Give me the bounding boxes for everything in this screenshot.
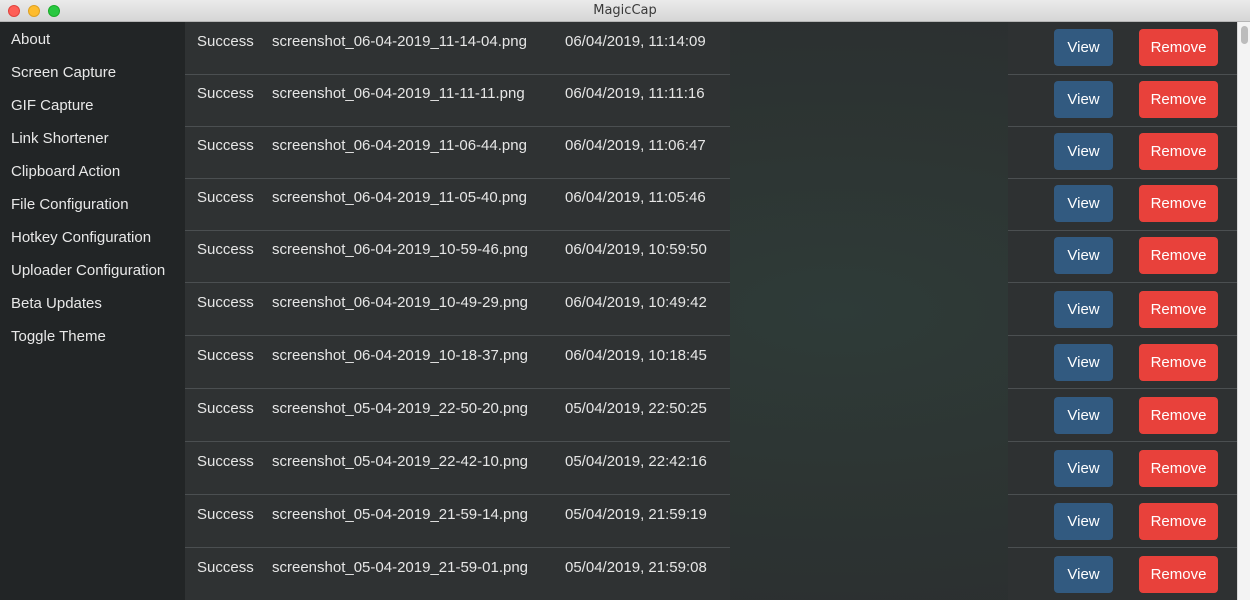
sidebar-item-about[interactable]: About [11,31,50,48]
capture-status: Success [197,189,254,206]
capture-row: Success screenshot_06-04-2019_11-05-40.p… [185,178,1237,231]
remove-button[interactable]: Remove [1139,81,1218,118]
view-button[interactable]: View [1054,291,1113,328]
view-button[interactable]: View [1054,81,1113,118]
remove-button[interactable]: Remove [1139,450,1218,487]
sidebar-item-uploader-configuration[interactable]: Uploader Configuration [11,262,165,279]
capture-row: Success screenshot_06-04-2019_10-49-29.p… [185,282,1237,336]
view-button[interactable]: View [1054,29,1113,66]
capture-filename: screenshot_05-04-2019_22-50-20.png [272,400,529,417]
capture-status: Success [197,347,254,364]
capture-status: Success [197,453,254,470]
capture-row: Success screenshot_05-04-2019_21-59-01.p… [185,547,1237,600]
capture-row: Success screenshot_05-04-2019_22-50-20.p… [185,388,1237,442]
sidebar-item-file-configuration[interactable]: File Configuration [11,196,129,213]
view-button[interactable]: View [1054,133,1113,170]
remove-button[interactable]: Remove [1139,29,1218,66]
capture-row: Success screenshot_05-04-2019_21-59-14.p… [185,494,1237,548]
capture-status: Success [197,400,254,417]
window-title: MagicCap [593,3,657,18]
remove-button[interactable]: Remove [1139,556,1218,593]
capture-status: Success [197,241,254,258]
capture-filename: screenshot_06-04-2019_10-49-29.png [272,294,529,311]
capture-filename: screenshot_06-04-2019_11-14-04.png [272,33,527,50]
capture-status: Success [197,294,254,311]
sidebar-item-toggle-theme[interactable]: Toggle Theme [11,328,106,345]
scrollbar[interactable] [1237,22,1250,600]
title-bar: MagicCap [0,0,1250,22]
capture-timestamp: 06/04/2019, 11:11:16 [565,85,705,102]
view-button[interactable]: View [1054,503,1113,540]
remove-button[interactable]: Remove [1139,291,1218,328]
capture-status: Success [197,85,254,102]
capture-timestamp: 05/04/2019, 21:59:08 [565,559,707,576]
capture-filename: screenshot_06-04-2019_11-05-40.png [272,189,527,206]
capture-timestamp: 05/04/2019, 21:59:19 [565,506,707,523]
view-button[interactable]: View [1054,450,1113,487]
view-button[interactable]: View [1054,556,1113,593]
capture-filename: screenshot_05-04-2019_22-42-10.png [272,453,529,470]
captures-panel: Success screenshot_06-04-2019_11-14-04.p… [185,22,1237,600]
capture-filename: screenshot_05-04-2019_21-59-14.png [272,506,529,523]
sidebar-item-clipboard-action[interactable]: Clipboard Action [11,163,120,180]
sidebar-item-hotkey-configuration[interactable]: Hotkey Configuration [11,229,151,246]
view-button[interactable]: View [1054,237,1113,274]
sidebar: About Screen Capture GIF Capture Link Sh… [0,22,185,600]
capture-timestamp: 06/04/2019, 11:06:47 [565,137,706,154]
capture-filename: screenshot_06-04-2019_11-06-44.png [272,137,527,154]
capture-timestamp: 06/04/2019, 11:05:46 [565,189,706,206]
remove-button[interactable]: Remove [1139,237,1218,274]
capture-status: Success [197,33,254,50]
capture-row: Success screenshot_06-04-2019_10-18-37.p… [185,335,1237,389]
view-button[interactable]: View [1054,185,1113,222]
capture-status: Success [197,137,254,154]
capture-row: Success screenshot_06-04-2019_11-11-11.p… [185,74,1237,127]
sidebar-item-beta-updates[interactable]: Beta Updates [11,295,102,312]
sidebar-item-gif-capture[interactable]: GIF Capture [11,97,94,114]
capture-filename: screenshot_06-04-2019_10-18-37.png [272,347,529,364]
view-button[interactable]: View [1054,344,1113,381]
sidebar-item-screen-capture[interactable]: Screen Capture [11,64,116,81]
capture-row: Success screenshot_06-04-2019_11-06-44.p… [185,126,1237,179]
capture-filename: screenshot_06-04-2019_11-11-11.png [272,85,525,102]
view-button[interactable]: View [1054,397,1113,434]
scrollbar-thumb[interactable] [1241,26,1248,44]
remove-button[interactable]: Remove [1139,133,1218,170]
capture-timestamp: 06/04/2019, 11:14:09 [565,33,706,50]
capture-timestamp: 05/04/2019, 22:50:25 [565,400,707,417]
capture-status: Success [197,559,254,576]
remove-button[interactable]: Remove [1139,185,1218,222]
capture-filename: screenshot_05-04-2019_21-59-01.png [272,559,529,576]
remove-button[interactable]: Remove [1139,503,1218,540]
capture-row: Success screenshot_06-04-2019_11-14-04.p… [185,22,1237,75]
capture-status: Success [197,506,254,523]
remove-button[interactable]: Remove [1139,397,1218,434]
capture-timestamp: 06/04/2019, 10:18:45 [565,347,707,364]
capture-filename: screenshot_06-04-2019_10-59-46.png [272,241,529,258]
capture-timestamp: 06/04/2019, 10:59:50 [565,241,707,258]
capture-row: Success screenshot_05-04-2019_22-42-10.p… [185,441,1237,495]
remove-button[interactable]: Remove [1139,344,1218,381]
capture-row: Success screenshot_06-04-2019_10-59-46.p… [185,230,1237,283]
capture-timestamp: 05/04/2019, 22:42:16 [565,453,707,470]
sidebar-item-link-shortener[interactable]: Link Shortener [11,130,109,147]
capture-timestamp: 06/04/2019, 10:49:42 [565,294,707,311]
